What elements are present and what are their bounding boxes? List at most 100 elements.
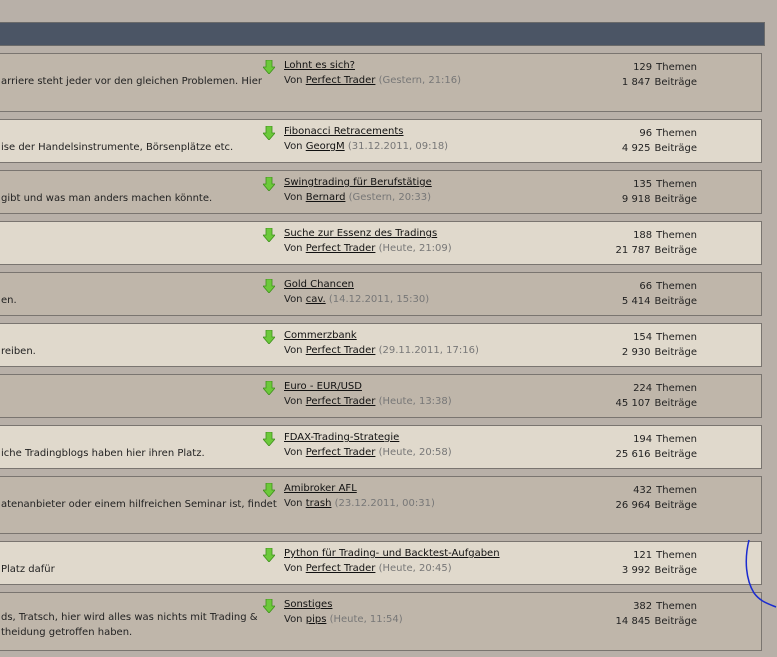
topics-count: 194 <box>633 434 653 445</box>
last-post-title-link[interactable]: Euro - EUR/USD <box>284 381 362 392</box>
topics-count: 96 <box>639 128 653 139</box>
forum-description: ds, Tratsch, hier wird alles was nichts … <box>1 612 258 623</box>
last-post-title-link[interactable]: Lohnt es sich? <box>284 60 355 71</box>
last-post-info: Von Perfect Trader (29.11.2011, 17:16) <box>284 345 479 356</box>
last-post-title-link[interactable]: Sonstiges <box>284 599 332 610</box>
go-to-last-post-icon[interactable] <box>263 126 275 140</box>
posts-label: Beiträge <box>654 616 697 627</box>
post-date: (Heute, 20:58) <box>378 447 452 458</box>
post-date: (Heute, 13:38) <box>378 396 452 407</box>
last-post-info: Von Perfect Trader (Gestern, 21:16) <box>284 75 461 86</box>
author-link[interactable]: Perfect Trader <box>306 75 376 86</box>
by-label: Von <box>284 396 303 407</box>
author-link[interactable]: Perfect Trader <box>306 345 376 356</box>
last-post-title-link[interactable]: Fibonacci Retracements <box>284 126 404 137</box>
forum-stats: 96 Themen 4 925 Beiträge <box>599 126 697 156</box>
posts-count: 9 918 <box>621 194 651 205</box>
posts-label: Beiträge <box>654 449 697 460</box>
forum-row[interactable]: en. Gold Chancen Von cav. (14.12.2011, 1… <box>0 272 762 316</box>
topics-label: Themen <box>656 128 697 139</box>
topics-count: 432 <box>633 485 653 496</box>
posts-count: 3 992 <box>621 565 651 576</box>
topics-label: Themen <box>656 383 697 394</box>
go-to-last-post-icon[interactable] <box>263 548 275 562</box>
forum-row[interactable]: Euro - EUR/USD Von Perfect Trader (Heute… <box>0 374 762 418</box>
posts-count: 1 847 <box>621 77 651 88</box>
topics-label: Themen <box>656 601 697 612</box>
go-to-last-post-icon[interactable] <box>263 330 275 344</box>
author-link[interactable]: Perfect Trader <box>306 396 376 407</box>
author-link[interactable]: Bernard <box>306 192 346 203</box>
posts-count: 25 616 <box>615 449 651 460</box>
forum-row[interactable]: ds, Tratsch, hier wird alles was nichts … <box>0 592 762 651</box>
go-to-last-post-icon[interactable] <box>263 279 275 293</box>
forum-row[interactable]: Platz dafür Python für Trading- und Back… <box>0 541 762 585</box>
last-post-title-link[interactable]: Suche zur Essenz des Tradings <box>284 228 437 239</box>
posts-label: Beiträge <box>654 143 697 154</box>
posts-count: 14 845 <box>615 616 651 627</box>
forum-stats: 224 Themen 45 107 Beiträge <box>599 381 697 411</box>
forum-description: arriere steht jeder vor den gleichen Pro… <box>1 76 262 87</box>
topics-label: Themen <box>656 179 697 190</box>
forum-description: gibt und was man anders machen könnte. <box>1 193 213 204</box>
by-label: Von <box>284 563 303 574</box>
author-link[interactable]: Perfect Trader <box>306 243 376 254</box>
forum-row[interactable]: atenanbieter oder einem hilfreichen Semi… <box>0 476 762 534</box>
topics-count: 129 <box>633 62 653 73</box>
by-label: Von <box>284 192 303 203</box>
forum-row[interactable]: reiben. Commerzbank Von Perfect Trader (… <box>0 323 762 367</box>
topics-count: 135 <box>633 179 653 190</box>
pen-annotation-stroke <box>745 539 777 608</box>
forum-row[interactable]: arriere steht jeder vor den gleichen Pro… <box>0 53 762 112</box>
posts-label: Beiträge <box>654 398 697 409</box>
last-post-title-link[interactable]: Swingtrading für Berufstätige <box>284 177 432 188</box>
author-link[interactable]: pips <box>306 614 327 625</box>
author-link[interactable]: GeorgM <box>306 141 345 152</box>
topics-label: Themen <box>656 332 697 343</box>
last-post-title-link[interactable]: Amibroker AFL <box>284 483 357 494</box>
last-post-info: Von Perfect Trader (Heute, 21:09) <box>284 243 452 254</box>
go-to-last-post-icon[interactable] <box>263 483 275 497</box>
post-date: (Gestern, 20:33) <box>348 192 432 203</box>
go-to-last-post-icon[interactable] <box>263 599 275 613</box>
go-to-last-post-icon[interactable] <box>263 228 275 242</box>
forum-row[interactable]: ise der Handelsinstrumente, Börsenplätze… <box>0 119 762 163</box>
go-to-last-post-icon[interactable] <box>263 177 275 191</box>
last-post-title-link[interactable]: Commerzbank <box>284 330 357 341</box>
forum-stats: 135 Themen 9 918 Beiträge <box>599 177 697 207</box>
forum-row[interactable]: Suche zur Essenz des Tradings Von Perfec… <box>0 221 762 265</box>
posts-label: Beiträge <box>654 296 697 307</box>
forum-description: ise der Handelsinstrumente, Börsenplätze… <box>1 142 234 153</box>
forum-description: iche Tradingblogs haben hier ihren Platz… <box>1 448 205 459</box>
last-post-info: Von GeorgM (31.12.2011, 09:18) <box>284 141 448 152</box>
post-date: (14.12.2011, 15:30) <box>328 294 430 305</box>
go-to-last-post-icon[interactable] <box>263 432 275 446</box>
last-post-title-link[interactable]: Gold Chancen <box>284 279 354 290</box>
topics-count: 66 <box>639 281 653 292</box>
author-link[interactable]: trash <box>306 498 332 509</box>
go-to-last-post-icon[interactable] <box>263 381 275 395</box>
go-to-last-post-icon[interactable] <box>263 60 275 74</box>
posts-label: Beiträge <box>654 245 697 256</box>
topics-label: Themen <box>656 230 697 241</box>
author-link[interactable]: cav. <box>306 294 326 305</box>
forum-row[interactable]: iche Tradingblogs haben hier ihren Platz… <box>0 425 762 469</box>
forum-stats: 154 Themen 2 930 Beiträge <box>599 330 697 360</box>
by-label: Von <box>284 498 303 509</box>
last-post-title-link[interactable]: Python für Trading- und Backtest-Aufgabe… <box>284 548 500 559</box>
post-date: (Heute, 11:54) <box>329 614 403 625</box>
last-post-title-link[interactable]: FDAX-Trading-Strategie <box>284 432 399 443</box>
last-post-info: Von trash (23.12.2011, 00:31) <box>284 498 435 509</box>
posts-count: 4 925 <box>621 143 651 154</box>
by-label: Von <box>284 614 303 625</box>
post-date: (Gestern, 21:16) <box>378 75 462 86</box>
posts-label: Beiträge <box>654 347 697 358</box>
author-link[interactable]: Perfect Trader <box>306 563 376 574</box>
author-link[interactable]: Perfect Trader <box>306 447 376 458</box>
last-post-info: Von Perfect Trader (Heute, 20:58) <box>284 447 452 458</box>
post-date: (29.11.2011, 17:16) <box>378 345 479 356</box>
forum-row[interactable]: gibt und was man anders machen könnte. S… <box>0 170 762 214</box>
posts-count: 45 107 <box>615 398 651 409</box>
by-label: Von <box>284 447 303 458</box>
by-label: Von <box>284 141 303 152</box>
